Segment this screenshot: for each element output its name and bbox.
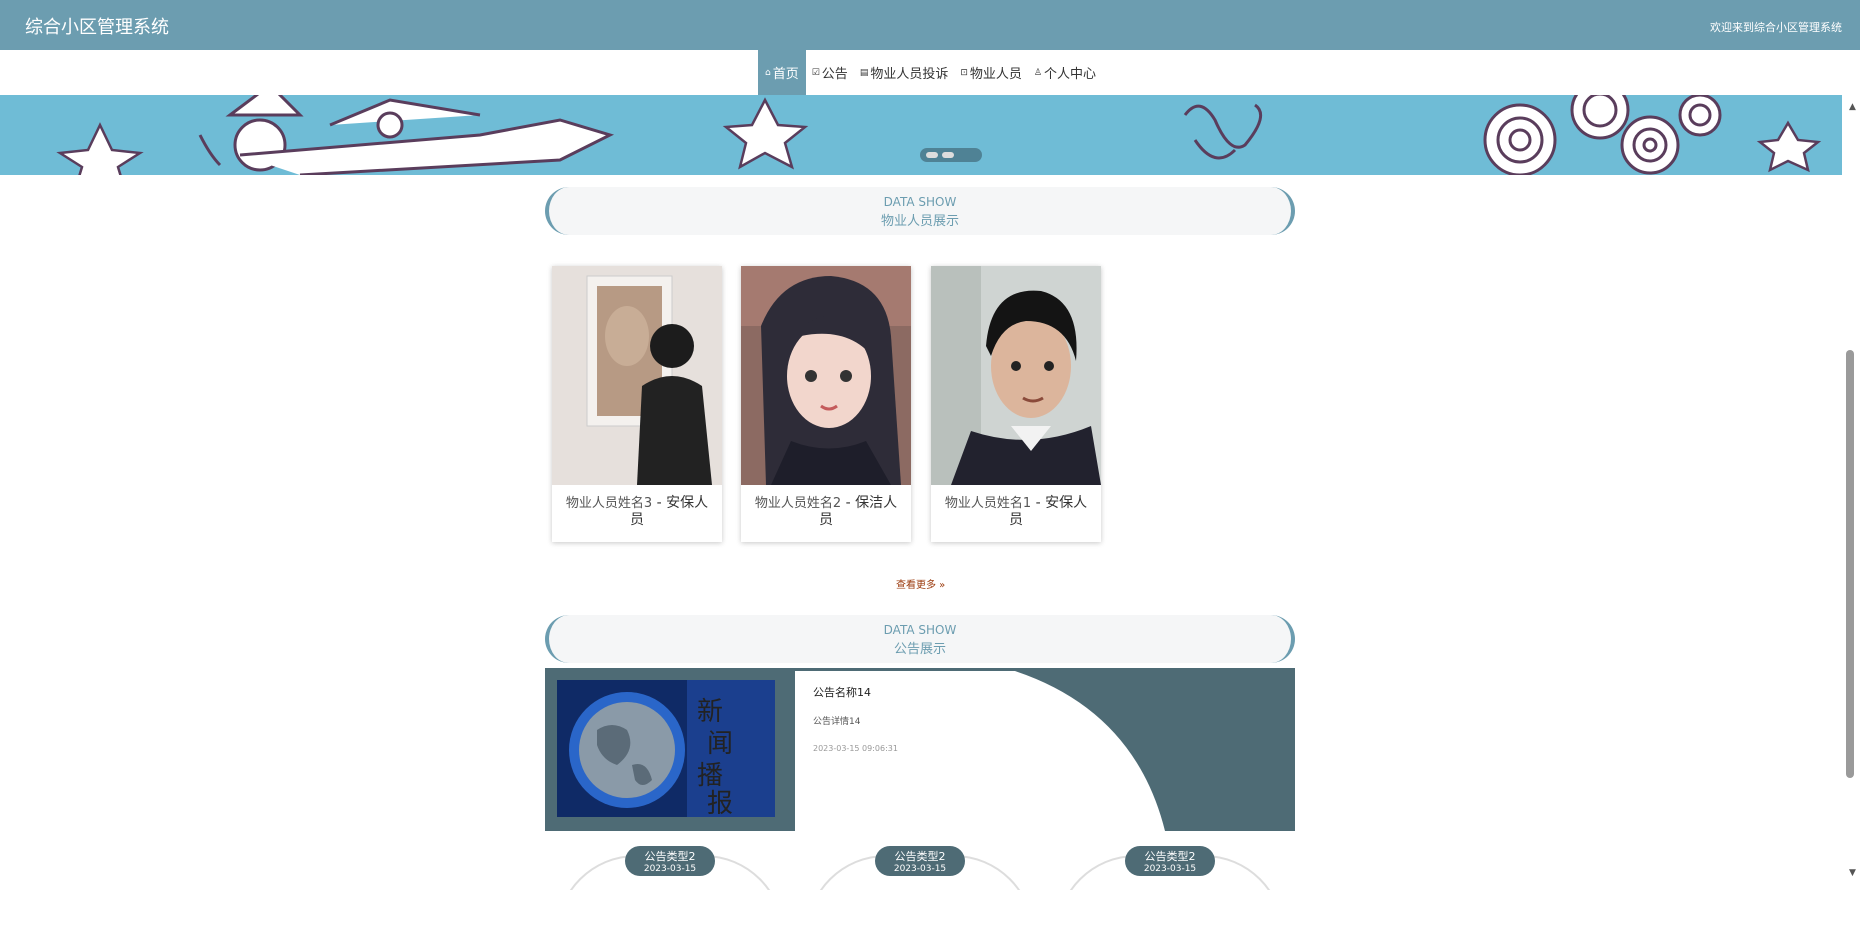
site-title: 综合小区管理系统	[25, 17, 169, 38]
notice-image: 新 闻 播 报	[557, 680, 775, 817]
home-icon: ⌂	[764, 67, 771, 78]
staff-caption: 物业人员姓名1 - 安保人员	[931, 485, 1101, 529]
staff-name: 物业人员姓名1	[944, 496, 1032, 511]
notice-section-title: DATA SHOW 公告展示	[545, 615, 1295, 663]
notice-type-tag[interactable]: 公告类型2 2023-03-15	[625, 846, 715, 876]
scroll-up-icon[interactable]: ▲	[1849, 102, 1856, 112]
viewport-bottom	[0, 890, 1842, 938]
nav-item-staff[interactable]: ⊡ 物业人员	[954, 50, 1028, 95]
nav-item-notice[interactable]: ☑ 公告	[806, 50, 854, 95]
nav-label: 物业人员	[969, 67, 1022, 82]
tag-type: 公告类型2	[644, 850, 696, 863]
user-icon: ♙	[1033, 67, 1042, 78]
notice-time: 2023-03-15 09:06:31	[813, 744, 898, 753]
nav-label: 物业人员投诉	[870, 67, 949, 82]
notice-feature[interactable]: 新 闻 播 报 公告名称14 公告详情14 2023-03-15 09:06:3…	[545, 668, 1295, 831]
section-title-en: DATA SHOW	[883, 195, 957, 209]
nav-label: 首页	[772, 67, 799, 82]
svg-text:闻: 闻	[707, 729, 733, 759]
staff-icon: ⊡	[960, 67, 968, 78]
carousel-indicators	[920, 148, 982, 162]
scrollbar-thumb[interactable]	[1846, 350, 1854, 778]
carousel-dot[interactable]	[942, 152, 954, 158]
nav-item-home[interactable]: ⌂ 首页	[757, 50, 806, 95]
section-title-cn: 公告展示	[893, 642, 946, 657]
view-more-link[interactable]: 查看更多 »	[896, 576, 945, 591]
notice-type-tag[interactable]: 公告类型2 2023-03-15	[875, 846, 965, 876]
tag-type: 公告类型2	[1144, 850, 1196, 863]
banner-illustration	[56, 95, 1822, 175]
checkbox-icon: ☑	[811, 67, 820, 78]
staff-card[interactable]: 物业人员姓名1 - 安保人员	[931, 266, 1101, 542]
staff-photo	[741, 266, 911, 485]
section-title-en: DATA SHOW	[883, 623, 957, 637]
list-icon: ▤	[859, 67, 869, 78]
notice-detail: 公告详情14	[813, 717, 861, 727]
staff-section-title: DATA SHOW 物业人员展示	[545, 187, 1295, 235]
staff-card[interactable]: 物业人员姓名3 - 安保人员	[552, 266, 722, 542]
main-nav: ⌂ 首页 ☑ 公告 ▤ 物业人员投诉 ⊡ 物业人员 ♙ 个人中心	[0, 50, 1860, 95]
staff-card[interactable]: 物业人员姓名2 - 保洁人员	[741, 266, 911, 542]
nav-label: 公告	[821, 67, 848, 82]
staff-name: 物业人员姓名3	[565, 496, 653, 511]
notice-type-tag[interactable]: 公告类型2 2023-03-15	[1125, 846, 1215, 876]
tag-date: 2023-03-15	[893, 864, 947, 874]
nav-label: 个人中心	[1043, 67, 1096, 82]
top-header: 综合小区管理系统 欢迎来到综合小区管理系统	[0, 0, 1860, 50]
tag-date: 2023-03-15	[1143, 864, 1197, 874]
section-title-cn: 物业人员展示	[880, 214, 959, 229]
notice-title[interactable]: 公告名称14	[813, 684, 871, 700]
svg-text:新: 新	[697, 697, 723, 727]
tag-date: 2023-03-15	[643, 864, 697, 874]
staff-photo	[931, 266, 1101, 485]
carousel-dot[interactable]	[926, 152, 938, 158]
staff-caption: 物业人员姓名2 - 保洁人员	[741, 485, 911, 529]
welcome-text: 欢迎来到综合小区管理系统	[1710, 21, 1842, 34]
banner-carousel[interactable]	[0, 95, 1842, 175]
scroll-down-icon[interactable]: ▼	[1849, 868, 1856, 878]
svg-text:报: 报	[707, 789, 733, 817]
nav-item-complaint[interactable]: ▤ 物业人员投诉	[854, 50, 955, 95]
nav-item-profile[interactable]: ♙ 个人中心	[1028, 50, 1102, 95]
staff-photo	[552, 266, 722, 485]
staff-name: 物业人员姓名2	[754, 496, 842, 511]
staff-caption: 物业人员姓名3 - 安保人员	[552, 485, 722, 529]
svg-text:播: 播	[697, 761, 723, 791]
tag-type: 公告类型2	[894, 850, 946, 863]
